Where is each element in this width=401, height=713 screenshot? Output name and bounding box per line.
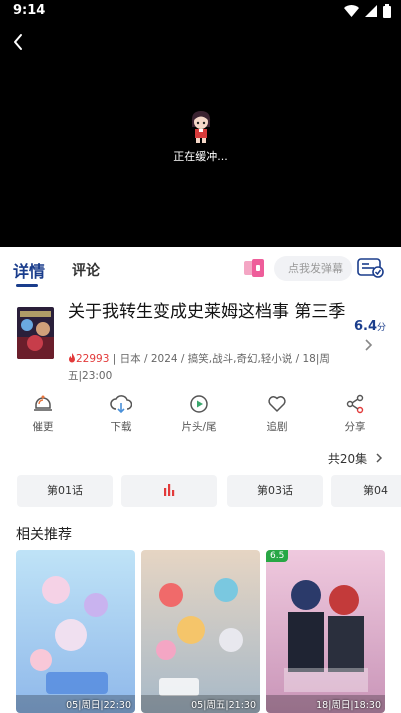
play-circle-icon [190, 395, 208, 413]
recommend-card[interactable]: 6.5 18|周日|18:30 [266, 550, 385, 713]
cover-art [17, 307, 54, 359]
tab-detail[interactable]: 详情 [13, 258, 45, 282]
back-arrow-icon[interactable] [9, 30, 29, 54]
follow-button[interactable]: 追剧 [247, 394, 307, 434]
episode-item-playing[interactable] [121, 475, 217, 507]
bell-icon [34, 395, 52, 411]
recommend-list: 05|周日|22:30 05|周五|21:30 6.5 18|周日|18:30 [16, 550, 401, 713]
action-bar: 催更 下载 片头/尾 追剧 分享 [0, 394, 401, 438]
danmu-settings-icon[interactable] [357, 257, 385, 279]
danmu-input[interactable]: 点我发弹幕 [274, 256, 352, 281]
detail-tabs: 详情 评论 点我发弹幕 [0, 247, 401, 289]
anime-title: 关于我转生变成史莱姆这档事 第三季 [68, 302, 346, 322]
signal-icon [365, 5, 377, 17]
buffering-mascot-icon [191, 111, 211, 143]
buffering-text: 正在缓冲... [173, 150, 228, 163]
danmu-toggle-icon[interactable] [244, 259, 264, 277]
chevron-right-icon[interactable] [362, 338, 374, 352]
recommend-card[interactable]: 05|周日|22:30 [16, 550, 135, 713]
status-time: 9:14 [13, 3, 46, 18]
urge-update-button[interactable]: 催更 [13, 394, 73, 434]
episode-item[interactable]: 第03话 [227, 475, 323, 507]
recommend-schedule: 05|周日|22:30 [66, 700, 131, 711]
recommend-poster [266, 550, 385, 713]
episode-list: 第01话 第03话 第04 [17, 475, 401, 507]
download-button[interactable]: 下载 [91, 394, 151, 434]
playing-equalizer-icon [164, 484, 175, 496]
recommend-poster [141, 550, 260, 713]
intro-outro-button[interactable]: 片头/尾 [169, 394, 229, 434]
chevron-right-icon [376, 453, 383, 463]
recommend-card[interactable]: 05|周五|21:30 [141, 550, 260, 713]
cloud-download-icon [110, 395, 132, 414]
episode-item[interactable]: 第01话 [17, 475, 113, 507]
recommend-title: 相关推荐 [16, 527, 72, 543]
wifi-icon [344, 5, 359, 17]
tab-comments[interactable]: 评论 [72, 260, 100, 280]
share-button[interactable]: 分享 [325, 394, 385, 434]
recommend-schedule: 05|周五|21:30 [191, 700, 256, 711]
hot-count: 22993 [68, 353, 109, 365]
status-icons [344, 3, 391, 19]
episode-item[interactable]: 第04 [331, 475, 401, 507]
recommend-poster [16, 550, 135, 713]
tab-active-indicator [16, 284, 38, 287]
recommend-score-badge: 6.5 [266, 550, 289, 562]
anime-cover[interactable] [17, 307, 54, 359]
share-icon [346, 394, 364, 414]
recommend-schedule: 18|周日|18:30 [316, 700, 381, 711]
anime-meta: 22993 | 日本 / 2024 / 搞笑,战斗,奇幻,轻小说 / 18|周五… [68, 351, 338, 385]
episode-total-link[interactable]: 共20集 [328, 450, 384, 467]
battery-icon [383, 4, 391, 18]
anime-score: 6.4分 [354, 319, 387, 334]
video-player[interactable]: 9:14 正在缓冲... [0, 0, 401, 247]
flame-icon [69, 353, 75, 363]
heart-icon [268, 396, 286, 412]
